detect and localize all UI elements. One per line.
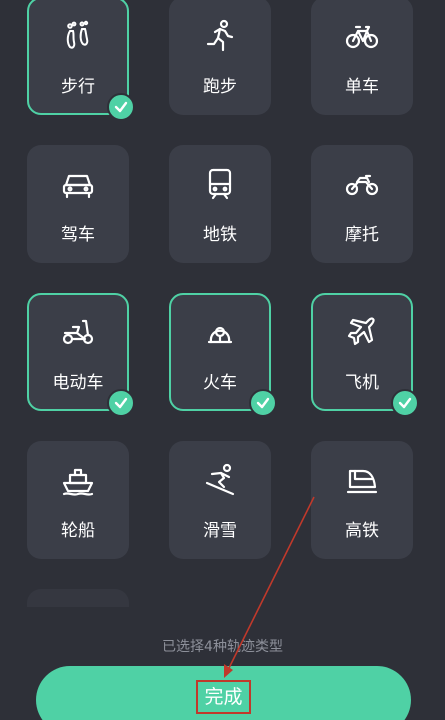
mode-tile-plane[interactable]: 飞机 bbox=[311, 293, 419, 417]
screen: 步行 跑步 单车 驾车 地铁 摩托 电动车 火车 飞机 轮船 滑雪 高铁 已选择… bbox=[0, 0, 445, 720]
done-button-label: 完成 bbox=[196, 680, 251, 714]
airplane-icon bbox=[313, 315, 411, 351]
mode-label: 火车 bbox=[203, 373, 237, 393]
mode-tile-bike[interactable]: 单车 bbox=[311, 0, 413, 115]
mode-label: 驾车 bbox=[61, 225, 95, 245]
motorcycle-icon bbox=[313, 167, 411, 203]
mode-label: 飞机 bbox=[345, 373, 379, 393]
high-speed-rail-icon bbox=[313, 463, 411, 499]
footprints-icon bbox=[29, 19, 127, 55]
mode-tile-ski[interactable]: 滑雪 bbox=[169, 441, 271, 559]
mode-tile-train[interactable]: 火车 bbox=[169, 293, 277, 417]
mode-label: 单车 bbox=[345, 77, 379, 97]
mode-tile-partial bbox=[27, 589, 129, 607]
mode-label: 步行 bbox=[61, 77, 95, 97]
check-icon bbox=[391, 389, 419, 417]
mode-tile-subway[interactable]: 地铁 bbox=[169, 145, 271, 263]
mode-label: 轮船 bbox=[61, 521, 95, 541]
selection-hint: 已选择4种轨迹类型 bbox=[162, 639, 283, 655]
subway-icon bbox=[171, 167, 269, 203]
bicycle-icon bbox=[313, 19, 411, 55]
mode-tile-high-speed-rail[interactable]: 高铁 bbox=[311, 441, 413, 559]
car-icon bbox=[29, 167, 127, 203]
train-icon bbox=[171, 315, 269, 351]
mode-label: 地铁 bbox=[203, 225, 237, 245]
check-icon bbox=[107, 389, 135, 417]
mode-tile-drive[interactable]: 驾车 bbox=[27, 145, 129, 263]
mode-tile-ebike[interactable]: 电动车 bbox=[27, 293, 135, 417]
mode-label: 电动车 bbox=[52, 373, 104, 393]
mode-label: 跑步 bbox=[203, 77, 237, 97]
mode-label: 滑雪 bbox=[203, 521, 237, 541]
mode-tile-walk[interactable]: 步行 bbox=[27, 0, 135, 121]
mode-label: 高铁 bbox=[345, 521, 379, 541]
ship-icon bbox=[29, 463, 127, 499]
mode-tile-motorcycle[interactable]: 摩托 bbox=[311, 145, 413, 263]
running-person-icon bbox=[171, 19, 269, 55]
mode-label: 摩托 bbox=[345, 225, 379, 245]
skiing-icon bbox=[171, 463, 269, 499]
mode-tile-ship[interactable]: 轮船 bbox=[27, 441, 129, 559]
done-button[interactable]: 完成 bbox=[36, 666, 411, 720]
check-icon bbox=[249, 389, 277, 417]
mode-tile-run[interactable]: 跑步 bbox=[169, 0, 271, 115]
scooter-icon bbox=[29, 315, 127, 351]
check-icon bbox=[107, 93, 135, 121]
